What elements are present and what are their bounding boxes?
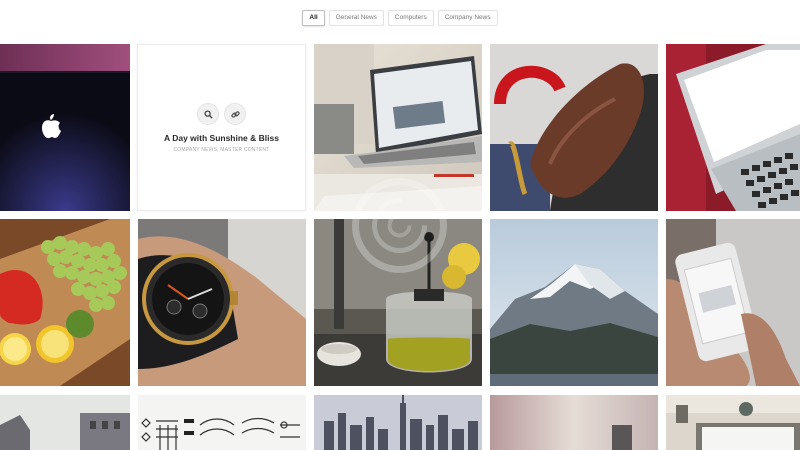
- tile-wristwatch[interactable]: [138, 219, 306, 386]
- tile-apple-laptop-lid[interactable]: [0, 44, 130, 211]
- tile-city-street[interactable]: [0, 395, 130, 450]
- card-actions: [138, 103, 305, 125]
- tile-leather-glove-steering-wheel[interactable]: [490, 44, 658, 211]
- tile-blurred-room[interactable]: [490, 395, 658, 450]
- tile-icon-sketches[interactable]: [138, 395, 306, 450]
- apple-logo-icon: [42, 114, 61, 139]
- tile-laptop-on-desk[interactable]: [314, 44, 482, 211]
- tile-desk-items[interactable]: [666, 395, 800, 450]
- tile-grapes-pepper-lemon[interactable]: [0, 219, 130, 386]
- card-title[interactable]: A Day with Sunshine & Bliss: [138, 133, 305, 143]
- tile-iphone-in-hand[interactable]: [666, 219, 800, 386]
- news-card[interactable]: A Day with Sunshine & Bliss COMPANY NEWS…: [137, 44, 306, 211]
- card-categories: COMPANY NEWS, MASTER CONTENT: [173, 147, 270, 153]
- portfolio-grid: A Day with Sunshine & Bliss COMPANY NEWS…: [0, 0, 800, 450]
- view-button[interactable]: [197, 103, 219, 125]
- search-icon: [203, 109, 213, 119]
- tile-french-press-tea[interactable]: [314, 219, 482, 386]
- tile-city-skyline[interactable]: [314, 395, 482, 450]
- tile-macbook-keyboard-closeup[interactable]: [666, 44, 800, 211]
- link-button[interactable]: [224, 103, 246, 125]
- link-icon: [230, 110, 240, 118]
- tile-snowy-mountain[interactable]: [490, 219, 658, 386]
